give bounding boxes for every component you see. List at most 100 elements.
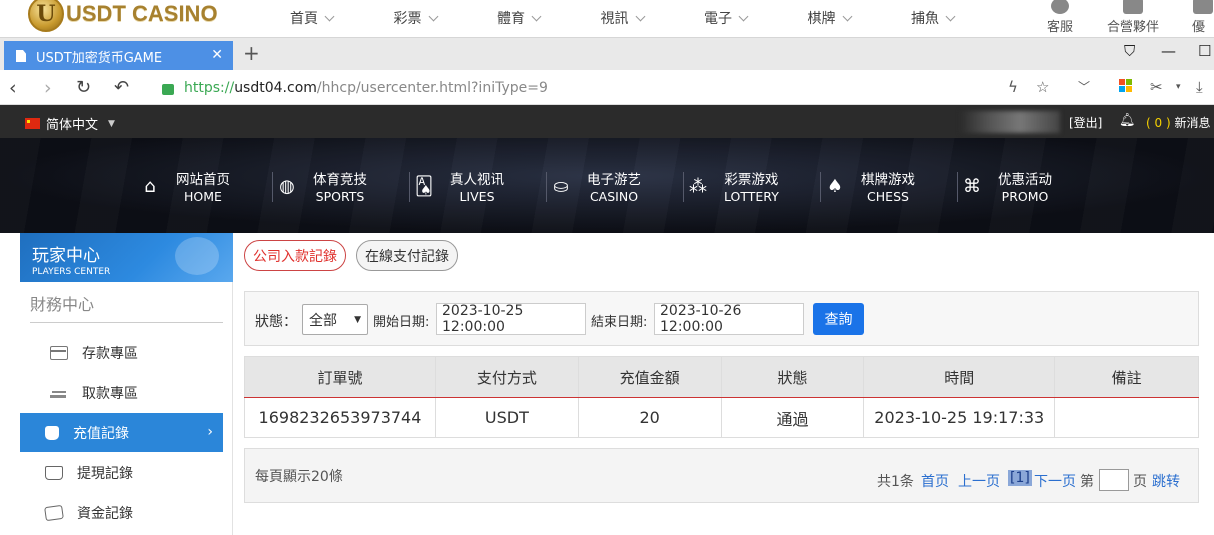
home-icon: ⌂ (144, 175, 156, 197)
apps-grid-icon[interactable] (1119, 79, 1133, 93)
sidebar-item-withdraw[interactable]: 取款專區 (20, 373, 223, 412)
cell-remark (1054, 397, 1199, 438)
tab-title: USDT加密货币GAME (36, 50, 163, 66)
site-nav: 首頁 彩票 體育 視訊 電子 棋牌 捕魚 (290, 8, 1015, 28)
end-date-field[interactable]: 2023-10-26 12:00:00 (654, 303, 804, 335)
document-icon (16, 50, 26, 62)
site-nav-item-lottery[interactable]: 彩票 (394, 8, 498, 28)
prev-page-link[interactable]: 上一页 (958, 471, 1000, 491)
site-nav-item-fishing[interactable]: 捕魚 (911, 8, 1015, 28)
chevron-right-icon: › (207, 424, 213, 440)
close-tab-icon[interactable]: ✕ (211, 47, 223, 63)
sidebar-item-recharge-records[interactable]: 充值記錄 › (20, 413, 223, 452)
site-top-strip: U USDT CASINO 首頁 彩票 體育 視訊 電子 棋牌 捕魚 客服 合營… (0, 0, 1214, 37)
slot-icon: ⛀ (553, 175, 569, 197)
banner-nav-promo[interactable]: ⌘ 优惠活动 PROMO (958, 168, 1095, 204)
sidebar-item-deposit[interactable]: 存款專區 (20, 333, 223, 372)
table-row: 1698232653973744 USDT 20 通過 2023-10-25 1… (244, 397, 1199, 438)
chevron-down-icon[interactable]: ﹀ (1078, 78, 1090, 95)
sidebar-item-fund-records[interactable]: 資金記錄 (20, 493, 223, 532)
promo-link[interactable]: 優惠 (1192, 0, 1214, 37)
cell-amount: 20 (577, 397, 722, 438)
purse-icon (45, 465, 63, 480)
minimize-button[interactable]: — (1161, 42, 1176, 60)
reload-button[interactable]: ↻ (76, 77, 91, 98)
caret-down-icon[interactable]: ▾ (1176, 82, 1181, 92)
start-date-field[interactable]: 2023-10-25 12:00:00 (436, 303, 586, 335)
address-bar: ‹ › ↻ ↶ https://usdt04.com/hhcp/usercent… (0, 70, 1214, 105)
star-icon[interactable]: ☆ (1036, 78, 1049, 96)
chevron-down-icon (842, 11, 852, 21)
pagination-bar: 每頁顯示20條 共1条 首页 上一页 [1] 下一页 第 页 跳转 (244, 448, 1199, 503)
hand-money-icon (50, 385, 68, 400)
shirt-skin-icon[interactable]: ⛉ (1124, 42, 1135, 60)
first-page-link[interactable]: 首页 (921, 471, 949, 491)
china-flag-icon (25, 118, 40, 129)
site-nav-item-slots[interactable]: 電子 (704, 8, 808, 28)
undo-close-button[interactable]: ↶ (114, 77, 129, 98)
messages-link[interactable]: ( 0 ) 新消息 (1146, 114, 1210, 131)
col-amount: 充值金額 (577, 356, 722, 398)
banner-nav-casino[interactable]: ⛀ 电子游艺 CASINO (547, 168, 684, 204)
chevron-down-icon (738, 11, 749, 21)
banner-nav-home[interactable]: ⌂ 网站首页 HOME (136, 168, 273, 204)
status-select[interactable]: 全部 ▼ (302, 304, 368, 335)
tab-company-deposit-records[interactable]: 公司入款記錄 (244, 240, 346, 271)
logout-link[interactable]: [登出] (1069, 114, 1102, 131)
logo-text: USDT CASINO (66, 1, 218, 26)
sidebar-item-withdraw-records[interactable]: 提現記錄 (20, 453, 223, 492)
cell-order-no: 1698232653973744 (244, 397, 436, 438)
goto-page-input[interactable] (1099, 469, 1129, 491)
col-order-no: 訂單號 (244, 356, 436, 398)
customer-service-link[interactable]: 客服 (1047, 0, 1073, 35)
lightning-icon[interactable]: ϟ (1008, 78, 1018, 96)
query-button[interactable]: 查詢 (813, 303, 864, 335)
banner-nav-lottery[interactable]: ⁂ 彩票游戏 LOTTERY (684, 168, 821, 204)
url-field[interactable]: https://usdt04.com/hhcp/usercenter.html?… (152, 74, 1100, 101)
caret-down-icon: ▼ (108, 118, 115, 129)
partner-link[interactable]: 合營夥伴 (1107, 0, 1159, 35)
banner-nav-chess[interactable]: ♠ 棋牌游戏 CHESS (821, 168, 958, 204)
banner-nav-lives[interactable]: 🂡︎ 真人视讯 LIVES (410, 168, 547, 204)
cell-time: 2023-10-25 19:17:33 (863, 397, 1056, 438)
chat-icon (1051, 0, 1069, 14)
money-bag-icon (45, 425, 59, 440)
card-icon (50, 345, 68, 360)
browser-tabbar: USDT加密货币GAME ✕ + ⛉ — ☐ (0, 37, 1214, 71)
tab-online-payment-records[interactable]: 在線支付記錄 (356, 240, 458, 271)
site-logo[interactable]: U USDT CASINO (28, 0, 218, 32)
language-selector[interactable]: 简体中文 ▼ (25, 114, 115, 133)
chevron-down-icon (428, 11, 438, 21)
col-time: 時間 (863, 356, 1056, 398)
banner-nav-sports[interactable]: ◍ 体育竞技 SPORTS (273, 168, 410, 204)
next-page-link[interactable]: 下一页 (1034, 471, 1076, 491)
cell-payment-method: USDT (434, 397, 579, 438)
chevron-down-icon (531, 11, 542, 21)
new-tab-button[interactable]: + (243, 41, 260, 65)
chevron-down-icon (324, 11, 335, 21)
player-center-header: 玩家中心 PLAYERS CENTER (20, 233, 233, 282)
browser-tab-active[interactable]: USDT加密货币GAME ✕ (4, 41, 233, 71)
jump-link[interactable]: 跳转 (1152, 471, 1180, 491)
blurred-username (960, 111, 1060, 133)
partner-icon (1123, 0, 1143, 14)
promo-icon (1193, 0, 1213, 14)
chevron-down-icon (635, 11, 645, 21)
download-icon[interactable]: ⤓ (1196, 78, 1203, 96)
scissors-icon[interactable]: ✂ (1150, 78, 1163, 96)
bell-icon[interactable]: 🔔︎ (1119, 113, 1136, 128)
site-nav-item-live[interactable]: 視訊 (601, 8, 705, 28)
table-header-row: 訂單號 支付方式 充值金額 狀態 時間 備註 (244, 356, 1199, 398)
cell-status: 通過 (720, 397, 865, 438)
col-status: 狀態 (720, 356, 865, 398)
player-center-sidebar: 玩家中心 PLAYERS CENTER 財務中心 存款專區 取款專區 充值記錄 … (20, 233, 233, 535)
finance-center-title: 財務中心 (30, 295, 95, 314)
site-nav-item-home[interactable]: 首頁 (290, 8, 394, 28)
back-button[interactable]: ‹ (9, 77, 17, 99)
maximize-button[interactable]: ☐ (1198, 42, 1211, 60)
site-nav-item-sports[interactable]: 體育 (497, 8, 601, 28)
forward-button[interactable]: › (44, 77, 52, 99)
site-nav-item-chess[interactable]: 棋牌 (808, 8, 912, 28)
chevron-down-icon (945, 11, 956, 21)
ball-icon: ◍ (279, 175, 295, 197)
